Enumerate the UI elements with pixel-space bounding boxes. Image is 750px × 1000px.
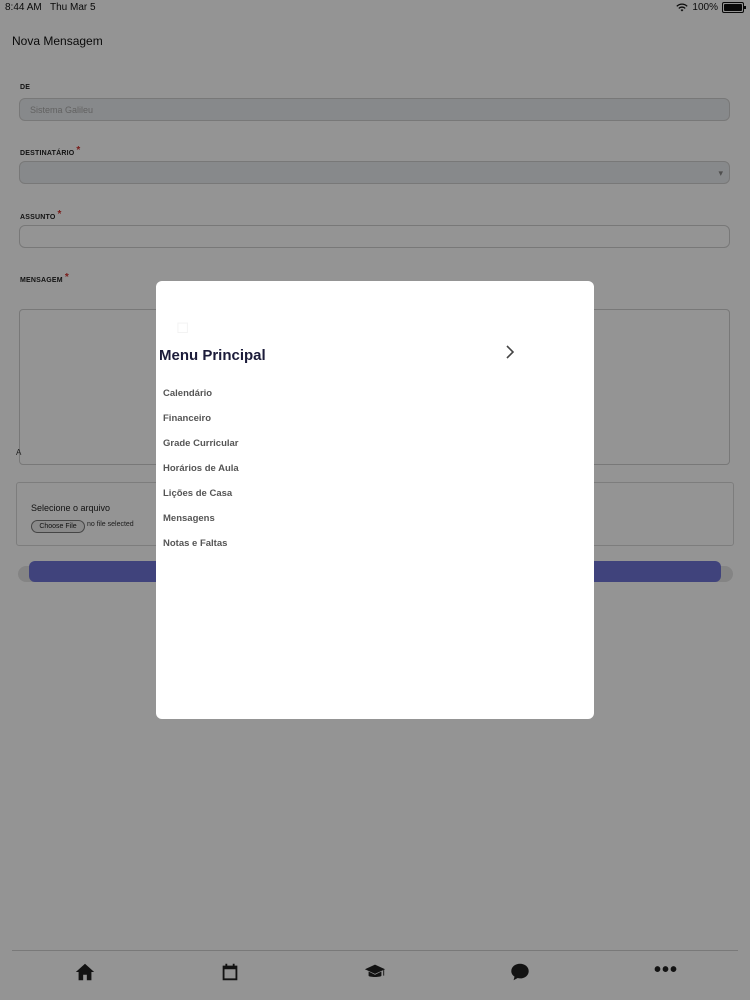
modal-title: Menu Principal — [159, 347, 266, 364]
menu-item-financeiro[interactable]: Financeiro — [163, 413, 211, 424]
main-menu-modal: ◻ Menu Principal Calendário Financeiro G… — [156, 281, 594, 719]
menu-item-licoes-de-casa[interactable]: Lições de Casa — [163, 488, 232, 499]
menu-item-notas-e-faltas[interactable]: Notas e Faltas — [163, 538, 227, 549]
menu-item-calendario[interactable]: Calendário — [163, 388, 212, 399]
chevron-right-icon[interactable] — [504, 345, 518, 361]
menu-item-grade-curricular[interactable]: Grade Curricular — [163, 438, 239, 449]
menu-item-mensagens[interactable]: Mensagens — [163, 513, 215, 524]
faded-logo-icon: ◻ — [176, 319, 190, 336]
menu-item-horarios-de-aula[interactable]: Horários de Aula — [163, 463, 239, 474]
